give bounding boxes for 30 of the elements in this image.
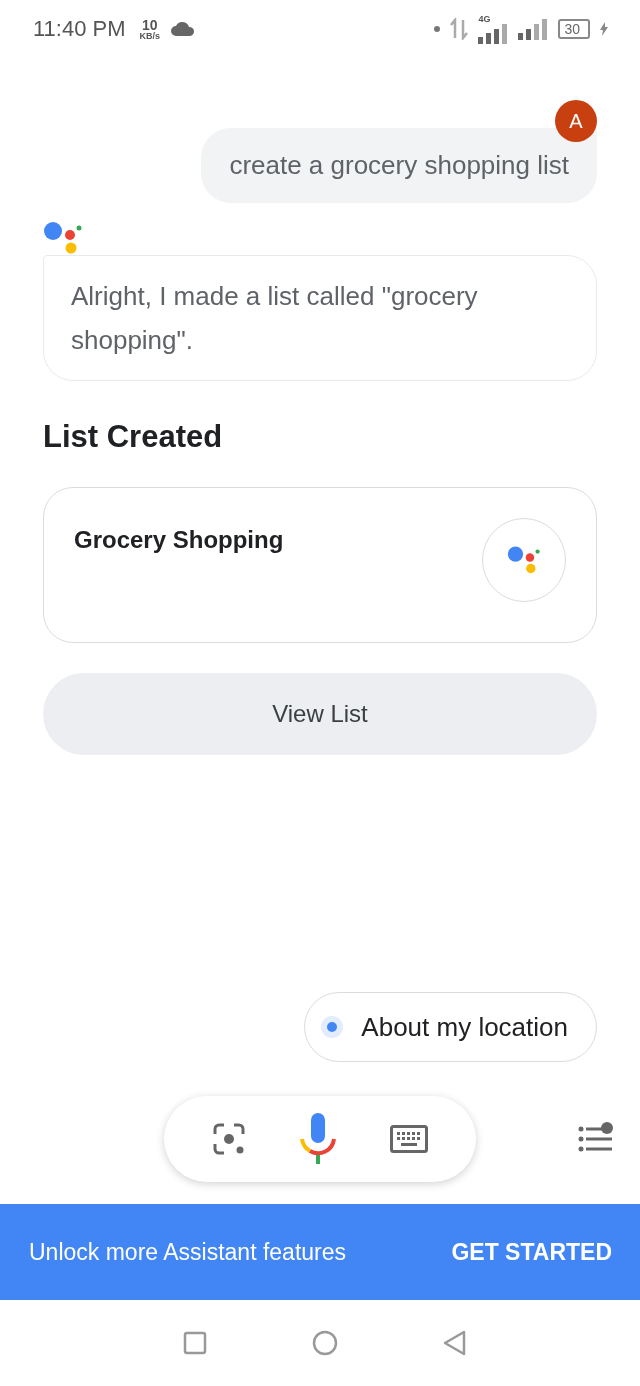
list-title: Grocery Shopping [74,526,284,554]
microphone-icon[interactable] [298,1113,338,1165]
network-type: 4G [478,14,491,24]
list-settings-icon[interactable] [578,1120,616,1154]
data-transfer-icon [450,18,469,40]
keyboard-icon[interactable] [390,1125,428,1153]
user-avatar: A [555,100,597,142]
dot-icon [434,26,441,32]
section-heading: List Created [43,419,224,455]
suggestion-chip[interactable]: About my location [304,992,597,1062]
user-message: create a grocery shopping list [201,128,597,203]
network-speed-unit: KB/s [139,31,161,41]
signal-icon [518,18,549,40]
home-icon[interactable] [312,1330,338,1356]
back-icon[interactable] [443,1330,468,1356]
assistant-logo-icon [43,221,83,255]
assistant-message: Alright, I made a list called "grocery shopping". [43,255,597,381]
cloud-icon [170,21,197,37]
charging-icon [600,22,608,36]
get-started-button[interactable]: GET STARTED [451,1238,612,1266]
status-time: 11:40 PM [33,16,126,42]
location-dot-icon [321,1016,344,1038]
recent-apps-icon[interactable] [182,1331,207,1355]
lens-icon[interactable] [212,1122,246,1156]
view-list-button[interactable]: View List [43,673,597,755]
network-speed-value: 10 [142,17,158,32]
battery-indicator: 30 [558,19,590,39]
signal-icon [478,23,509,44]
list-card[interactable]: Grocery Shopping [43,487,597,643]
banner-text: Unlock more Assistant features [29,1238,347,1266]
